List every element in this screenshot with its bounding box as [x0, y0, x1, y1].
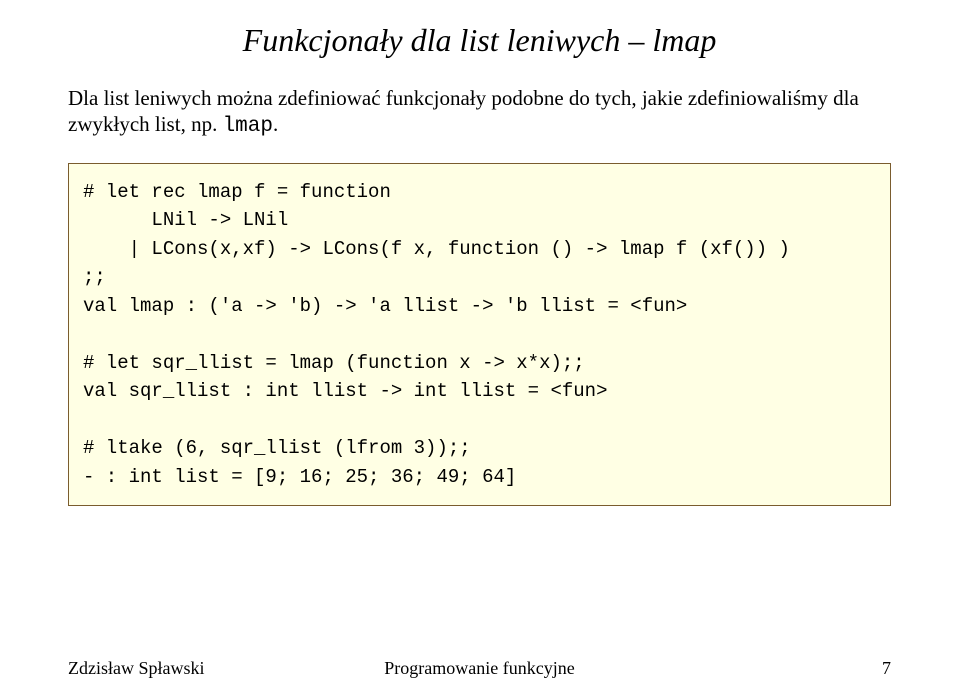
intro-paragraph: Dla list leniwych można zdefiniować funk… — [68, 85, 891, 141]
intro-text: Dla list leniwych można zdefiniować funk… — [68, 86, 859, 136]
intro-text-post: . — [273, 112, 278, 136]
footer-author: Zdzisław Spławski — [68, 658, 205, 679]
page: Funkcjonały dla list leniwych – lmap Dla… — [0, 0, 959, 697]
footer-page-number: 7 — [882, 658, 891, 679]
footer: Zdzisław Spławski Programowanie funkcyjn… — [68, 658, 891, 679]
code-block: # let rec lmap f = function LNil -> LNil… — [68, 163, 891, 507]
intro-code-inline: lmap — [223, 115, 273, 138]
page-title: Funkcjonały dla list leniwych – lmap — [68, 22, 891, 59]
